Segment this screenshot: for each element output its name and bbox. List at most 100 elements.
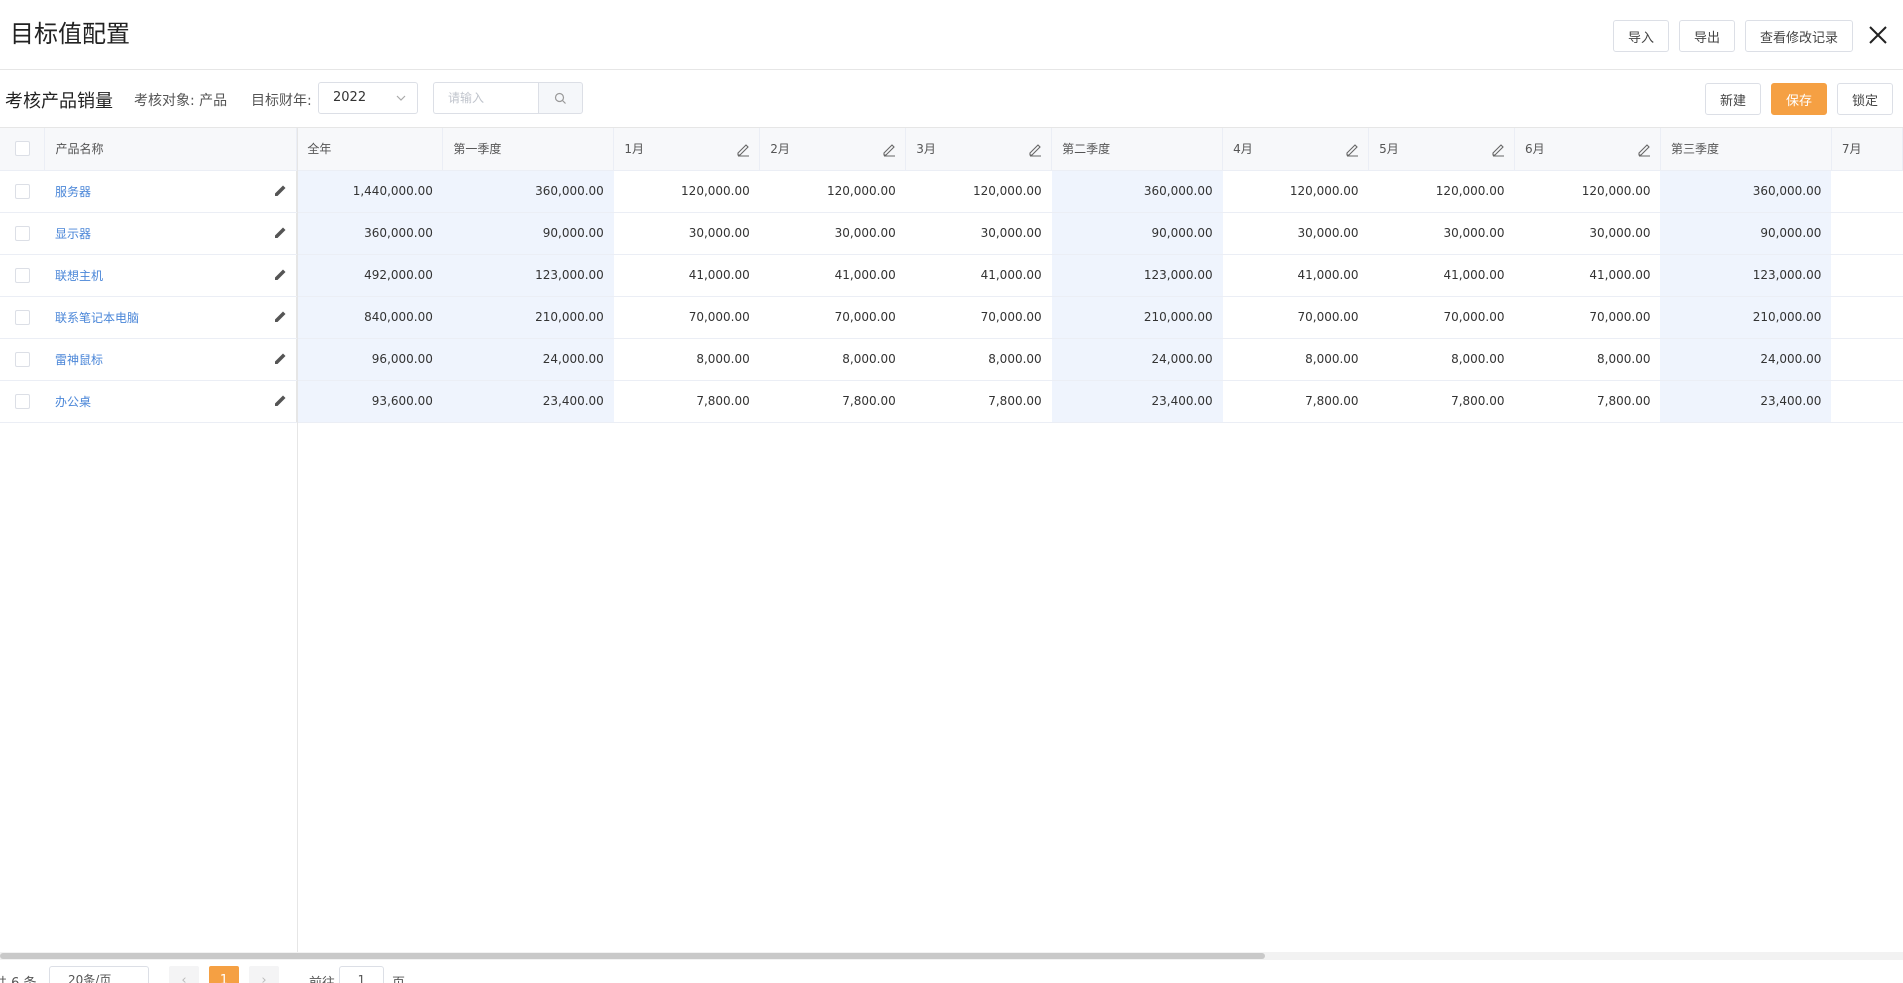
cell-m2[interactable]: 120,000.00 (759, 170, 906, 213)
product-name-link[interactable]: 联系笔记本电脑 (55, 311, 139, 325)
cell-m3[interactable]: 41,000.00 (905, 254, 1052, 297)
cell-m5[interactable]: 41,000.00 (1368, 254, 1515, 297)
product-name-link[interactable]: 显示器 (55, 227, 91, 241)
select-all-checkbox[interactable] (14, 141, 30, 157)
target-year-select[interactable]: 2022 (318, 82, 418, 114)
product-name-link[interactable]: 联想主机 (55, 269, 103, 283)
cell-m1[interactable]: 41,000.00 (613, 254, 760, 297)
table-row[interactable]: 显示器 360,000.00 90,000.00 30,000.00 30,000.00… (0, 212, 1903, 255)
cell-m6[interactable]: 8,000.00 (1514, 338, 1661, 381)
cell-m4[interactable]: 30,000.00 (1222, 212, 1369, 255)
page-size-select[interactable]: 20条/页 (49, 966, 149, 983)
cell-m4[interactable]: 8,000.00 (1222, 338, 1369, 381)
close-icon[interactable] (1865, 22, 1891, 48)
cell-m6[interactable]: 7,800.00 (1514, 380, 1661, 423)
cell-m7[interactable] (1831, 254, 1903, 297)
cell-m7[interactable] (1831, 380, 1903, 423)
cell-m6[interactable]: 70,000.00 (1514, 296, 1661, 339)
cell-m2[interactable]: 30,000.00 (759, 212, 906, 255)
row-checkbox[interactable] (14, 351, 30, 367)
cell-m5[interactable]: 120,000.00 (1368, 170, 1515, 213)
cell-m3[interactable]: 8,000.00 (905, 338, 1052, 381)
cell-m6[interactable]: 30,000.00 (1514, 212, 1661, 255)
row-checkbox[interactable] (14, 225, 30, 241)
target-year-label: 目标财年: (251, 93, 312, 109)
search-button[interactable] (538, 82, 583, 114)
edit-row-icon[interactable] (273, 225, 288, 240)
cell-m3[interactable]: 30,000.00 (905, 212, 1052, 255)
table-header-row: 产品名称 全年 第一季度 1月 2月 3月 第二季度 4月 5月 6月 第三季度… (0, 128, 1903, 171)
cell-m4[interactable]: 70,000.00 (1222, 296, 1369, 339)
cell-q3: 24,000.00 (1660, 338, 1832, 381)
edit-column-icon[interactable] (881, 141, 897, 157)
edit-column-icon[interactable] (1344, 141, 1360, 157)
cell-m3[interactable]: 7,800.00 (905, 380, 1052, 423)
cell-m1[interactable]: 30,000.00 (613, 212, 760, 255)
cell-m3[interactable]: 70,000.00 (905, 296, 1052, 339)
cell-m6[interactable]: 41,000.00 (1514, 254, 1661, 297)
cell-m7[interactable] (1831, 296, 1903, 339)
cell-m4[interactable]: 41,000.00 (1222, 254, 1369, 297)
cell-m2[interactable]: 70,000.00 (759, 296, 906, 339)
edit-column-icon[interactable] (1636, 141, 1652, 157)
cell-year: 360,000.00 (296, 212, 443, 255)
cell-m2[interactable]: 7,800.00 (759, 380, 906, 423)
cell-m7[interactable] (1831, 338, 1903, 381)
cell-m4[interactable]: 120,000.00 (1222, 170, 1369, 213)
edit-row-icon[interactable] (273, 267, 288, 282)
table-row[interactable]: 服务器 1,440,000.00 360,000.00 120,000.00 120,0… (0, 170, 1903, 213)
export-button[interactable]: 导出 (1678, 20, 1735, 52)
edit-column-icon[interactable] (735, 141, 751, 157)
edit-column-icon[interactable] (1490, 141, 1506, 157)
cell-q2: 210,000.00 (1051, 296, 1223, 339)
goto-page-input[interactable]: 1 (339, 966, 384, 983)
row-checkbox[interactable] (14, 309, 30, 325)
product-name-link[interactable]: 服务器 (55, 185, 91, 199)
table-row[interactable]: 雷神鼠标 96,000.00 24,000.00 8,000.00 8,000.00 8,… (0, 338, 1903, 381)
table-row[interactable]: 联系笔记本电脑 840,000.00 210,000.00 70,000.00 70,0… (0, 296, 1903, 339)
product-name-link[interactable]: 雷神鼠标 (55, 353, 103, 367)
cell-q3: 360,000.00 (1660, 170, 1832, 213)
search-input[interactable] (433, 82, 538, 114)
cell-m2[interactable]: 41,000.00 (759, 254, 906, 297)
lock-button[interactable]: 锁定 (1836, 83, 1893, 115)
save-button[interactable]: 保存 (1770, 83, 1827, 115)
product-name-cell: 联系笔记本电脑 (44, 296, 298, 339)
next-page-button[interactable]: › (249, 966, 279, 983)
table-row[interactable]: 联想主机 492,000.00 123,000.00 41,000.00 41,000.… (0, 254, 1903, 297)
cell-m6[interactable]: 120,000.00 (1514, 170, 1661, 213)
horizontal-scrollbar[interactable] (0, 952, 1903, 960)
row-checkbox[interactable] (14, 267, 30, 283)
row-checkbox[interactable] (14, 393, 30, 409)
table-row[interactable]: 办公桌 93,600.00 23,400.00 7,800.00 7,800.00 7,8… (0, 380, 1903, 423)
cell-m5[interactable]: 30,000.00 (1368, 212, 1515, 255)
cell-m2[interactable]: 8,000.00 (759, 338, 906, 381)
product-name-link[interactable]: 办公桌 (55, 395, 91, 409)
import-button[interactable]: 导入 (1612, 20, 1669, 52)
cell-m1[interactable]: 70,000.00 (613, 296, 760, 339)
cell-m5[interactable]: 7,800.00 (1368, 380, 1515, 423)
cell-m4[interactable]: 7,800.00 (1222, 380, 1369, 423)
edit-column-icon[interactable] (1027, 141, 1043, 157)
cell-m1[interactable]: 120,000.00 (613, 170, 760, 213)
cell-m5[interactable]: 70,000.00 (1368, 296, 1515, 339)
cell-m1[interactable]: 7,800.00 (613, 380, 760, 423)
cell-m1[interactable]: 8,000.00 (613, 338, 760, 381)
edit-row-icon[interactable] (273, 183, 288, 198)
row-checkbox[interactable] (14, 183, 30, 199)
edit-row-icon[interactable] (273, 351, 288, 366)
cell-q1: 210,000.00 (442, 296, 614, 339)
column-label-m1: 1月 (624, 142, 644, 157)
page-button-current[interactable]: 1 (209, 966, 239, 983)
prev-page-button[interactable]: ‹ (169, 966, 199, 983)
edit-row-icon[interactable] (273, 309, 288, 324)
cell-m7[interactable] (1831, 170, 1903, 213)
cell-m3[interactable]: 120,000.00 (905, 170, 1052, 213)
view-history-button[interactable]: 查看修改记录 (1744, 20, 1853, 52)
edit-row-icon[interactable] (273, 393, 288, 408)
new-button[interactable]: 新建 (1704, 83, 1761, 115)
page-unit-label: 页 (392, 972, 405, 983)
scrollbar-thumb[interactable] (0, 953, 1265, 959)
cell-m7[interactable] (1831, 212, 1903, 255)
cell-m5[interactable]: 8,000.00 (1368, 338, 1515, 381)
